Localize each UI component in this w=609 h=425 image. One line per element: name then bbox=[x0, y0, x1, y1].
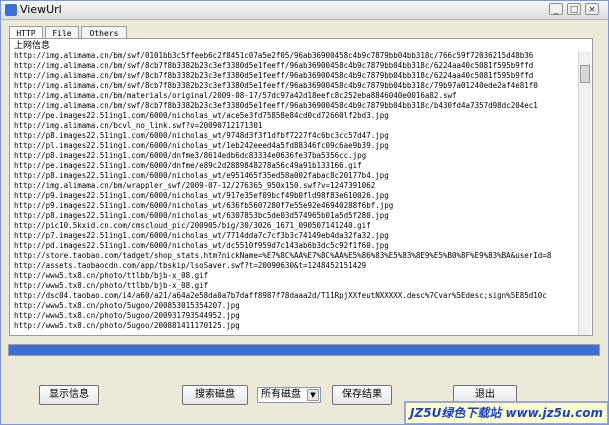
list-item[interactable]: http://p8.images22.51ing1.com/6000/nicho… bbox=[14, 171, 580, 181]
list-item[interactable]: http://p7.images22.51ing1.com/6000/nicho… bbox=[14, 231, 580, 241]
list-item[interactable]: http://img.alimama.cn/bm/swf/0101bb3c5ff… bbox=[14, 51, 580, 61]
list-item[interactable]: http://img.alimama.cn/bm/materials/origi… bbox=[14, 91, 580, 101]
title-bar[interactable]: ViewUrl _ □ × bbox=[1, 1, 608, 20]
url-list[interactable]: http://img.alimama.cn/bm/swf/0101bb3c5ff… bbox=[14, 51, 580, 335]
show-info-button[interactable]: 显示信息 bbox=[39, 385, 99, 405]
window-title: ViewUrl bbox=[20, 3, 62, 16]
list-item[interactable]: http://img.alimama.cn/bm/swf/8cb7f8b3382… bbox=[14, 81, 580, 91]
minimize-icon[interactable]: _ bbox=[549, 3, 563, 15]
list-item[interactable]: http://p8.images22.51ing1.com/6000/dnfme… bbox=[14, 151, 580, 161]
list-item[interactable]: http://assets.taobaocdn.com/app/tbskip/l… bbox=[14, 261, 580, 271]
list-item[interactable]: http://pl.images22.51ing1.com/6000/nicho… bbox=[14, 141, 580, 151]
list-item[interactable]: http://www5.tx8.cn/photo/5ugoo/200881411… bbox=[14, 321, 580, 331]
list-item[interactable]: http://www5.tx8.cn/photo/5ugoo/200853015… bbox=[14, 301, 580, 311]
list-item[interactable]: http://pe.images22.51ing1.com/6000/dnfme… bbox=[14, 161, 580, 171]
watermark-logo: JZ5U绿色下载站 www.jz5u.com bbox=[404, 401, 608, 424]
progress-fill bbox=[9, 345, 599, 355]
list-item[interactable]: http://p8.images22.51ing1.com/6000/nicho… bbox=[14, 211, 580, 221]
disk-select-value: 所有磁盘 bbox=[261, 389, 301, 400]
app-icon bbox=[5, 4, 17, 16]
vertical-scrollbar[interactable] bbox=[578, 51, 591, 335]
list-item[interactable]: http://img.alimama.cn/bm/swf/8cb7f8b3382… bbox=[14, 61, 580, 71]
list-item[interactable]: http://www5.tx8.cn/photo/ttlbb/bjb-x_08.… bbox=[14, 281, 580, 291]
list-item[interactable]: http://p9.images22.51ing1.com/6000/nicho… bbox=[14, 201, 580, 211]
close-icon[interactable]: × bbox=[585, 3, 599, 15]
list-item[interactable]: http://p9.images22.51ing1.com/6000/nicho… bbox=[14, 191, 580, 201]
search-disk-button[interactable]: 搜索磁盘 bbox=[182, 385, 248, 405]
list-item[interactable]: http://store.taobao.com/tadget/shop_stat… bbox=[14, 251, 580, 261]
list-item[interactable]: http://pd.images22.51ing1.com/6000/nicho… bbox=[14, 241, 580, 251]
list-item[interactable]: http://img.alimama.cn/bcvl_no_link.swf?v… bbox=[14, 121, 580, 131]
list-item[interactable]: http://img.alimama.cn/bm/wrappler_swf/20… bbox=[14, 181, 580, 191]
list-item[interactable]: http://p8.images22.51ing1.com/6000/nicho… bbox=[14, 131, 580, 141]
save-result-button[interactable]: 保存结果 bbox=[332, 385, 392, 405]
list-item[interactable]: http://pic10.5kxid.cn.com/cmscloud_pic/2… bbox=[14, 221, 580, 231]
list-item[interactable]: http://www5.tx8.cn/photo/5ugoo/200931793… bbox=[14, 311, 580, 321]
url-list-panel: 上网信息 http://img.alimama.cn/bm/swf/0101bb… bbox=[9, 38, 593, 336]
app-window: ViewUrl _ □ × HTTP File Others 上网信息 http… bbox=[0, 0, 609, 425]
progress-bar bbox=[8, 344, 600, 356]
scrollbar-thumb[interactable] bbox=[580, 65, 590, 83]
list-item[interactable]: http://img.alimama.cn/bm/swf/8cb7f8b3382… bbox=[14, 101, 580, 111]
list-item[interactable]: http://dsc04.taobao.com/i4/a60/a21/a64a2… bbox=[14, 291, 580, 301]
chevron-down-icon[interactable]: ▼ bbox=[307, 389, 319, 401]
list-item[interactable]: http://pe.images22.51ing1.com/6000/nicho… bbox=[14, 111, 580, 121]
list-item[interactable]: http://www5.tx8.cn/photo/ttlbb/bjb-x_08.… bbox=[14, 271, 580, 281]
maximize-icon[interactable]: □ bbox=[567, 3, 581, 15]
list-item[interactable]: http://img.alimama.cn/bm/swf/8cb7f8b3382… bbox=[14, 71, 580, 81]
disk-select[interactable]: 所有磁盘 ▼ bbox=[257, 387, 321, 403]
